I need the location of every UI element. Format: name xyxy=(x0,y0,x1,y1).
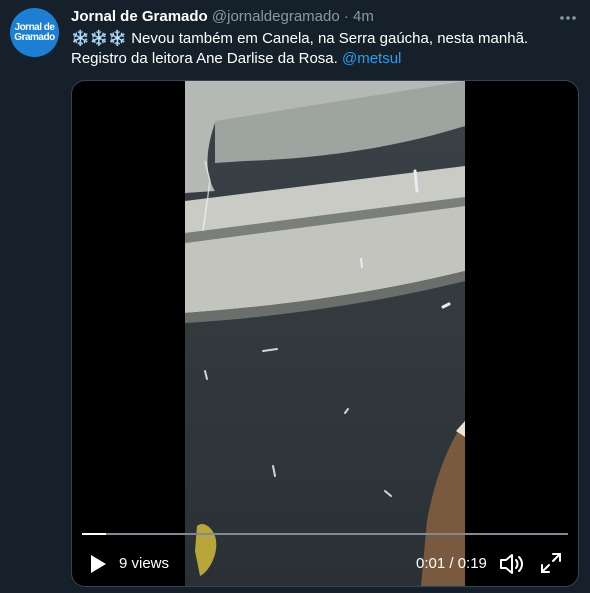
mention-link[interactable]: @metsul xyxy=(342,50,401,67)
more-icon[interactable] xyxy=(558,8,578,31)
separator: · xyxy=(343,8,349,25)
play-icon[interactable] xyxy=(88,554,108,574)
avatar-text-line2: Gramado xyxy=(14,31,55,43)
video-time: 0:01 / 0:19 xyxy=(416,555,487,572)
account-name[interactable]: Jornal de Gramado xyxy=(71,8,208,25)
fullscreen-icon[interactable] xyxy=(540,552,562,574)
account-handle[interactable]: @jornaldegramado xyxy=(212,8,340,25)
volume-icon[interactable] xyxy=(498,551,524,577)
progress-fill xyxy=(82,533,107,535)
tweet-text-line2: Registro da leitora Ane Darlise da Rosa. xyxy=(71,50,342,67)
video-player[interactable]: 9 views 0:01 / 0:19 xyxy=(71,80,579,587)
tweet-text-line1: Nevou também em Canela, na Serra gaúcha,… xyxy=(127,30,529,47)
tweet-text: ❄️❄️❄️ Nevou também em Canela, na Serra … xyxy=(71,29,571,69)
tweet-header: Jornal de Gramado @jornaldegramado · 4m xyxy=(71,8,374,25)
tweet-time[interactable]: 4m xyxy=(353,8,374,25)
view-count: 9 views xyxy=(119,555,170,572)
tweet: Jornal de Gramado Jornal de Gramado @jor… xyxy=(0,0,590,593)
avatar[interactable]: Jornal de Gramado xyxy=(10,8,59,57)
snowflake-emoji: ❄️❄️❄️ xyxy=(71,30,128,47)
video-frame xyxy=(185,81,465,586)
progress-bar[interactable] xyxy=(82,533,568,535)
avatar-text-line1: Jornal de xyxy=(14,21,55,33)
